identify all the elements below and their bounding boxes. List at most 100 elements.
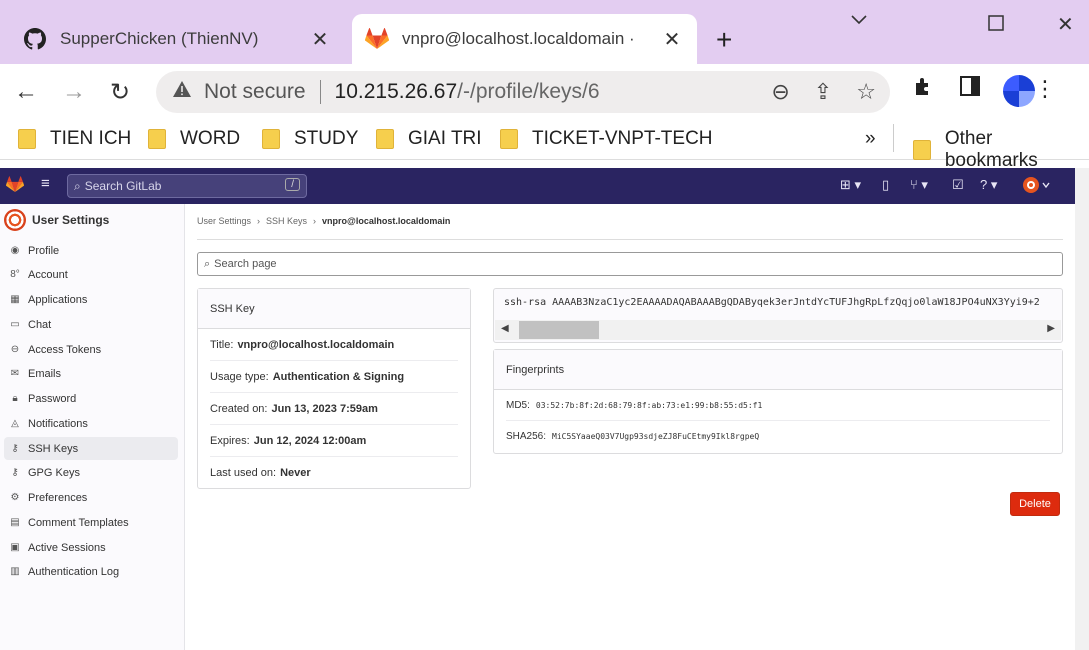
bookmark-label: TICKET-VNPT-TECH [532,128,713,149]
breadcrumb: User Settings › SSH Keys › vnpro@localhost.l… [197,216,450,226]
sidebar-item-emails[interactable]: ✉ Emails [4,362,178,385]
new-tab-icon[interactable]: + [716,24,732,56]
sha256-row: SHA256: MiC5SYaaeQ03V7Ugp93sdjeZJ8FuCEtmy… [506,421,1050,452]
window-close-icon[interactable]: ✕ [1057,12,1074,37]
bookmark-folder[interactable]: TICKET-VNPT-TECH [500,128,713,150]
sidebar-item-comment-templates[interactable]: ▤ Comment Templates [4,511,178,534]
close-icon[interactable]: ✕ [309,27,331,52]
browser-tab-github[interactable]: SupperChicken (ThienNV) ✕ [10,14,345,64]
gitlab-topbar: ≡ ⌕ Search GitLab / ⊞ ▾ ▯ ⑂ ▾ ☑ ? ▾ [0,168,1075,204]
preferences-icon: ⚙ [10,492,20,503]
log-icon: ▥ [10,566,20,577]
bookmark-folder[interactable]: TIEN ICH [18,128,131,150]
ssh-key-card: SSH Key Title: vnpro@localhost.localdomai… [197,288,471,489]
folder-icon [913,140,931,160]
sidebar-item-ssh-keys[interactable]: ⚷ SSH Keys [4,437,178,460]
hamburger-icon[interactable]: ≡ [41,175,50,192]
last-used-value: Never [280,467,311,479]
reload-icon[interactable]: ↻ [110,78,130,107]
sidebar-item-label: Authentication Log [28,565,120,578]
bookmark-label: TIEN ICH [50,128,132,149]
gitlab-icon [364,26,390,52]
fingerprints-card: Fingerprints MD5: 03:52:7b:8f:2d:68:79:8f… [493,349,1063,454]
browser-tab-strip: SupperChicken (ThienNV) ✕ vnpro@localhos… [0,0,1089,64]
folder-icon [376,129,394,149]
key-title-label: Title: [210,338,234,351]
gitlab-logo-icon[interactable] [5,176,25,196]
profile-avatar[interactable] [1003,75,1035,107]
sidebar-item-label: Comment Templates [28,516,129,529]
bookmark-folder[interactable]: WORD [148,128,240,150]
divider [197,239,1063,240]
merge-requests-icon[interactable]: ⑂ ▾ [910,177,928,193]
help-icon[interactable]: ? ▾ [980,177,997,193]
issues-icon[interactable]: ▯ [882,177,889,193]
search-page-input[interactable]: ⌕ Search page [197,252,1063,276]
menu-icon[interactable]: ⋮ [1034,76,1056,102]
scrollbar-thumb[interactable] [519,321,599,339]
sidebar-item-password[interactable]: 🔒︎ Password [4,387,178,410]
forward-icon[interactable]: → [62,78,86,106]
sidebar-item-applications[interactable]: ▦ Applications [4,288,178,311]
ssh-key-text-box[interactable]: ssh-rsa AAAAB3NzaC1yc2EAAAADAQABAAABgQDA… [493,288,1063,343]
maximize-icon[interactable] [988,14,1004,37]
scroll-left-icon[interactable]: ◀ [501,323,509,334]
sidebar-item-label: Notifications [28,417,88,430]
tab-title: vnpro@localhost.localdomain · [402,29,635,48]
sidebar-item-access-tokens[interactable]: ⊖ Access Tokens [4,338,178,361]
sidebar-item-label: Access Tokens [28,343,102,356]
last-used-label: Last used on: [210,467,277,479]
browser-tab-gitlab[interactable]: vnpro@localhost.localdomain · ✕ [352,14,697,64]
zoom-icon[interactable]: ⊖ [771,79,789,105]
key-title-row: Title: vnpro@localhost.localdomain [210,329,458,361]
minimize-icon[interactable] [850,10,868,33]
usage-type-label: Usage type: [210,370,269,383]
breadcrumb-item[interactable]: SSH Keys [266,216,307,226]
bookmarks-overflow[interactable]: » [865,128,876,150]
side-panel-icon[interactable] [960,76,980,102]
close-icon[interactable]: ✕ [661,27,683,52]
scroll-right-icon[interactable]: ▶ [1047,323,1055,334]
sidebar-item-label: Preferences [28,491,88,504]
sidebar-item-account[interactable]: 8° Account [4,263,178,286]
delete-button[interactable]: Delete [1010,492,1060,516]
star-icon[interactable]: ☆ [856,79,876,105]
search-input[interactable]: ⌕ Search GitLab / [67,174,307,198]
back-icon[interactable]: ← [14,78,38,106]
other-bookmarks[interactable]: Other bookmarks [913,128,1089,172]
account-icon: 8° [10,269,20,280]
github-icon [22,26,48,52]
search-shortcut: / [285,178,300,191]
share-icon[interactable]: ⇪ [814,79,832,105]
security-label: Not secure [204,80,306,103]
breadcrumb-current[interactable]: vnpro@localhost.localdomain [322,216,450,226]
bell-icon: ◬ [11,418,19,429]
bookmark-folder[interactable]: GIAI TRI [376,128,482,150]
sidebar-item-profile[interactable]: ◉ Profile [4,239,178,262]
search-placeholder: Search GitLab [84,179,162,193]
horizontal-scrollbar[interactable]: ◀ ▶ [495,320,1061,340]
sidebar-item-active-sessions[interactable]: ▣ Active Sessions [4,536,178,559]
bookmarks-bar: TIEN ICH WORD STUDY GIAI TRI TICKET-VNPT… [0,120,1089,171]
sidebar-item-authentication-log[interactable]: ▥ Authentication Log [4,560,178,583]
sidebar-item-chat[interactable]: ▭ Chat [4,313,178,336]
create-new-icon[interactable]: ⊞ ▾ [840,177,861,193]
folder-icon [262,129,280,149]
extensions-icon[interactable] [912,76,934,104]
key-icon: ⚷ [11,443,19,454]
sidebar-item-gpg-keys[interactable]: ⚷ GPG Keys [4,461,178,484]
todo-icon[interactable]: ☑ [952,177,964,193]
breadcrumb-item[interactable]: User Settings [197,216,251,226]
sidebar-header[interactable]: User Settings [0,204,184,236]
sha256-label: SHA256: [506,431,547,442]
address-bar[interactable]: Not secure 10.215.26.67/-/profile/keys/6… [156,71,890,113]
sidebar-item-notifications[interactable]: ◬ Notifications [4,412,178,435]
user-avatar-icon[interactable] [1022,176,1052,197]
bookmark-folder[interactable]: STUDY [262,128,358,150]
folder-icon [18,129,36,149]
monitor-icon: ▣ [10,542,20,553]
chat-icon: ▭ [10,319,20,330]
expires-value: Jun 12, 2024 12:00am [253,434,367,447]
page-scrollbar[interactable] [1075,168,1089,650]
sidebar-item-preferences[interactable]: ⚙ Preferences [4,486,178,509]
